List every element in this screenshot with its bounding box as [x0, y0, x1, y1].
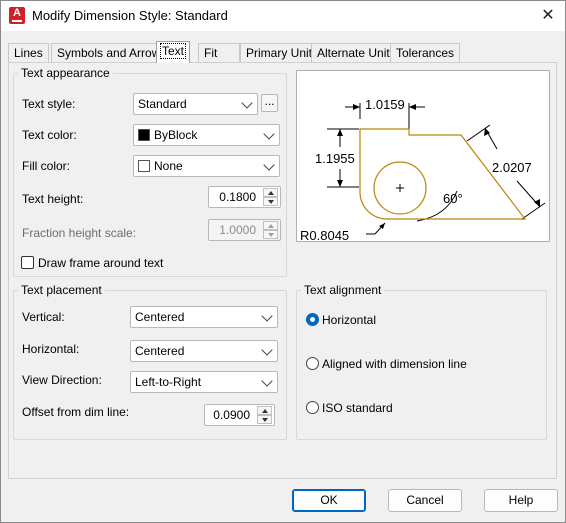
- text-style-browse-button[interactable]: ...: [261, 94, 278, 112]
- tab-fit[interactable]: Fit: [198, 43, 240, 62]
- text-style-dropdown[interactable]: Standard: [133, 93, 258, 115]
- vertical-value: Centered: [135, 310, 185, 324]
- text-placement-legend: Text placement: [18, 283, 105, 297]
- align-horizontal-label[interactable]: Horizontal: [322, 313, 376, 327]
- color-swatch-icon: [138, 129, 150, 141]
- chevron-down-icon: [261, 344, 273, 356]
- text-appearance-legend: Text appearance: [18, 66, 113, 80]
- ok-button[interactable]: OK: [292, 489, 366, 512]
- offset-value: 0.0900: [213, 408, 250, 422]
- chevron-down-icon: [261, 375, 273, 387]
- spin-up-icon[interactable]: [263, 188, 278, 197]
- chevron-down-icon: [263, 128, 275, 140]
- fill-color-dropdown[interactable]: None: [133, 155, 280, 177]
- align-horizontal-radio[interactable]: [306, 313, 319, 326]
- autocad-app-icon: A: [9, 7, 25, 24]
- text-style-value: Standard: [138, 97, 187, 111]
- preview-dim-right: 2.0207: [492, 160, 532, 175]
- spin-down-icon[interactable]: [263, 197, 278, 206]
- text-color-value: ByBlock: [154, 128, 198, 142]
- text-height-value: 0.1800: [219, 190, 256, 204]
- spin-down-icon[interactable]: [257, 415, 272, 424]
- text-height-label: Text height:: [22, 192, 84, 206]
- draw-frame-checkbox[interactable]: [21, 256, 34, 269]
- preview-radius: R0.8045: [300, 228, 350, 243]
- text-alignment-legend: Text alignment: [301, 283, 385, 297]
- preview-angle: 60°: [443, 191, 463, 206]
- tab-text[interactable]: Text: [156, 41, 191, 63]
- tab-tolerances[interactable]: Tolerances: [390, 43, 461, 62]
- vertical-dropdown[interactable]: Centered: [130, 306, 278, 328]
- tab-alternate-units[interactable]: Alternate Units: [311, 43, 402, 62]
- spin-up-icon: [263, 221, 278, 230]
- view-direction-dropdown[interactable]: Left-to-Right: [130, 371, 278, 393]
- spin-down-icon: [263, 230, 278, 239]
- align-dimension-line-label[interactable]: Aligned with dimension line: [322, 357, 467, 371]
- text-style-label: Text style:: [22, 97, 76, 111]
- fill-color-label: Fill color:: [22, 159, 71, 173]
- horizontal-label: Horizontal:: [22, 342, 80, 356]
- preview-dim-left: 1.1955: [315, 151, 355, 166]
- horizontal-value: Centered: [135, 344, 185, 358]
- draw-frame-label[interactable]: Draw frame around text: [38, 256, 163, 270]
- align-iso-radio[interactable]: [306, 401, 319, 414]
- fill-color-value: None: [154, 159, 183, 173]
- tab-text-label: Text: [160, 43, 187, 59]
- chevron-down-icon: [261, 310, 273, 322]
- fraction-height-scale-label: Fraction height scale:: [22, 226, 137, 240]
- fraction-height-scale-value: 1.0000: [219, 223, 256, 237]
- horizontal-dropdown[interactable]: Centered: [130, 340, 278, 362]
- text-color-label: Text color:: [22, 128, 77, 142]
- text-color-dropdown[interactable]: ByBlock: [133, 124, 280, 146]
- window-title: Modify Dimension Style: Standard: [32, 8, 228, 23]
- align-dimension-line-radio[interactable]: [306, 357, 319, 370]
- spin-up-icon[interactable]: [257, 406, 272, 415]
- help-button[interactable]: Help: [484, 489, 558, 512]
- close-icon[interactable]: ✕: [536, 5, 560, 27]
- view-direction-value: Left-to-Right: [135, 375, 202, 389]
- vertical-label: Vertical:: [22, 310, 65, 324]
- color-swatch-icon: [138, 160, 150, 172]
- tab-lines[interactable]: Lines: [8, 43, 49, 62]
- fraction-height-scale-spinner: 1.0000: [208, 219, 281, 241]
- preview-dim-top: 1.0159: [365, 97, 405, 112]
- view-direction-label: View Direction:: [22, 373, 102, 387]
- cancel-button[interactable]: Cancel: [388, 489, 462, 512]
- chevron-down-icon: [263, 159, 275, 171]
- chevron-down-icon: [241, 97, 253, 109]
- dimension-preview: 1.0159 1.1955 2.0207 60° R0.8045: [296, 70, 550, 243]
- align-iso-label[interactable]: ISO standard: [322, 401, 393, 415]
- offset-spinner[interactable]: 0.0900: [204, 404, 275, 426]
- text-height-spinner[interactable]: 0.1800: [208, 186, 281, 208]
- tab-symbols-and-arrows[interactable]: Symbols and Arrows: [51, 43, 173, 62]
- offset-label: Offset from dim line:: [22, 405, 130, 419]
